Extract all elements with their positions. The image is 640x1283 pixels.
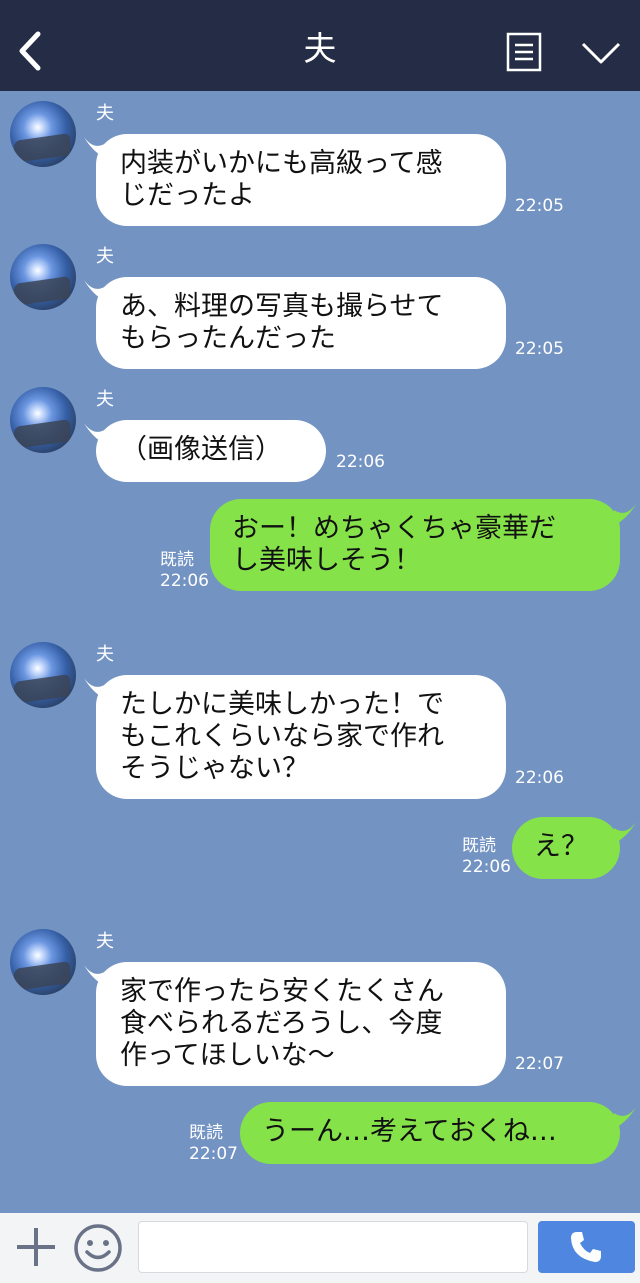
- call-button[interactable]: [538, 1221, 635, 1273]
- phone-icon: [571, 1232, 601, 1262]
- read-receipt: 既読 22:06: [462, 836, 511, 878]
- avatar[interactable]: [10, 642, 76, 708]
- message-time: 22:06: [462, 857, 511, 877]
- read-receipt: 既読 22:07: [189, 1123, 238, 1165]
- sender-name: 夫: [96, 389, 114, 410]
- message-bubble[interactable]: え？: [512, 817, 620, 879]
- message-time: 22:06: [336, 452, 385, 472]
- chat-header: 夫: [0, 0, 640, 91]
- message-time: 22:07: [189, 1144, 238, 1164]
- avatar[interactable]: [10, 244, 76, 310]
- read-label: 既読: [462, 836, 496, 856]
- read-label: 既読: [160, 550, 194, 570]
- avatar[interactable]: [10, 387, 76, 453]
- note-icon[interactable]: [506, 32, 542, 72]
- message-input[interactable]: [138, 1221, 528, 1273]
- read-label: 既読: [189, 1123, 223, 1143]
- sender-name: 夫: [96, 103, 114, 124]
- read-receipt: 既読 22:06: [160, 550, 209, 592]
- message-bubble[interactable]: 家で作ったら安くたくさん 食べられるだろうし、今度 作ってほしいな〜: [96, 962, 506, 1086]
- sender-name: 夫: [96, 931, 114, 952]
- message-time: 22:05: [515, 196, 564, 216]
- avatar[interactable]: [10, 929, 76, 995]
- plus-icon[interactable]: [15, 1226, 57, 1268]
- message-bubble[interactable]: あ、料理の写真も撮らせて もらったんだった: [96, 277, 506, 369]
- message-time: 22:06: [160, 571, 209, 591]
- message-bubble[interactable]: おー！めちゃくちゃ豪華だ し美味しそう！: [210, 499, 620, 591]
- message-bubble[interactable]: （画像送信）: [96, 420, 326, 482]
- message-bubble[interactable]: 内装がいかにも高級って感 じだったよ: [96, 134, 506, 226]
- chat-title: 夫: [303, 29, 337, 68]
- chevron-down-icon[interactable]: [580, 40, 622, 66]
- sender-name: 夫: [96, 246, 114, 267]
- message-time: 22:07: [515, 1054, 564, 1074]
- message-time: 22:05: [515, 339, 564, 359]
- sender-name: 夫: [96, 644, 114, 665]
- message-bubble[interactable]: うーん…考えておくね…: [240, 1102, 620, 1164]
- message-bubble[interactable]: たしかに美味しかった！で もこれくらいなら家で作れ そうじゃない？: [96, 675, 506, 799]
- avatar[interactable]: [10, 101, 76, 167]
- emoji-icon[interactable]: [73, 1223, 123, 1273]
- message-time: 22:06: [515, 768, 564, 788]
